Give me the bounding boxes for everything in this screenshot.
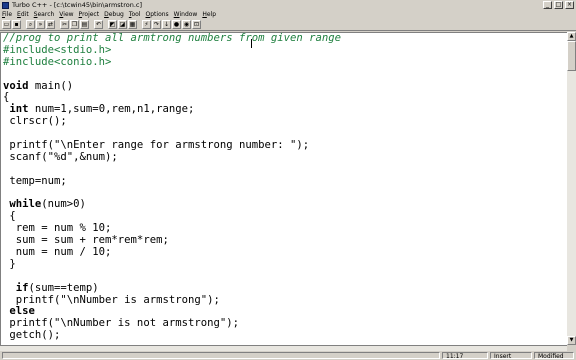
cut-button[interactable]: ✂ bbox=[60, 20, 69, 29]
minimize-button[interactable]: _ bbox=[543, 1, 552, 9]
save-button[interactable]: ▪ bbox=[12, 20, 21, 29]
make-button[interactable]: ◪ bbox=[118, 20, 127, 29]
code-line[interactable]: int num=1,sum=0,rem,n1,range; bbox=[3, 103, 567, 116]
undo-icon: ↶ bbox=[95, 20, 102, 28]
cut-icon: ✂ bbox=[61, 20, 68, 28]
scroll-thumb[interactable] bbox=[567, 41, 576, 71]
status-message-area bbox=[2, 352, 440, 359]
menu-window[interactable]: Window bbox=[174, 10, 198, 19]
scroll-down-arrow-icon[interactable]: ▼ bbox=[567, 336, 576, 345]
code-line[interactable]: scanf("%d",&num); bbox=[3, 151, 567, 164]
step-icon: ↷ bbox=[153, 20, 160, 28]
insert-mode: Insert bbox=[490, 352, 532, 360]
replace-button[interactable]: ⇄ bbox=[46, 20, 55, 29]
run-button[interactable]: ⚡ bbox=[142, 20, 151, 29]
code-line[interactable]: printf("\nNumber is armstrong"); bbox=[3, 294, 567, 307]
code-line[interactable] bbox=[3, 164, 567, 176]
inspect-button[interactable]: ⊡ bbox=[192, 20, 201, 29]
make-icon: ◪ bbox=[119, 20, 126, 28]
text-cursor bbox=[251, 39, 252, 48]
compile-button[interactable]: ◩ bbox=[108, 20, 117, 29]
turbo-cpp-app-icon[interactable] bbox=[2, 1, 9, 9]
run-icon: ⚡ bbox=[144, 20, 149, 28]
window-title: Turbo C++ - [c:\tcwin45\bin\armstron.c] bbox=[12, 1, 143, 9]
paste-button[interactable]: ▤ bbox=[80, 20, 89, 29]
menu-debug[interactable]: Debug bbox=[104, 10, 124, 19]
watch-icon: ◉ bbox=[183, 20, 190, 28]
code-line[interactable]: #include<stdio.h> bbox=[3, 44, 567, 57]
code-line[interactable] bbox=[3, 188, 567, 200]
scroll-up-arrow-icon[interactable]: ▲ bbox=[567, 32, 576, 41]
compile-icon: ◩ bbox=[109, 20, 116, 28]
code-line[interactable] bbox=[3, 69, 567, 81]
step-button[interactable]: ↷ bbox=[152, 20, 161, 29]
code-editor[interactable]: //prog to print all armtrong numbers fro… bbox=[0, 32, 567, 345]
trace-button[interactable]: ↓ bbox=[162, 20, 171, 29]
breakpoint-icon: ● bbox=[173, 20, 180, 28]
menu-edit[interactable]: Edit bbox=[17, 10, 29, 19]
status-bar: 11:17 Insert Modified bbox=[0, 351, 576, 360]
menu-help[interactable]: Help bbox=[202, 10, 216, 19]
replace-icon: ⇄ bbox=[47, 20, 54, 28]
code-line[interactable]: getch(); bbox=[3, 329, 567, 342]
inspect-icon: ⊡ bbox=[193, 20, 200, 28]
code-line[interactable]: temp=num; bbox=[3, 175, 567, 188]
trace-icon: ↓ bbox=[163, 20, 170, 28]
menu-project[interactable]: Project bbox=[79, 10, 100, 19]
build-button[interactable]: ▦ bbox=[128, 20, 137, 29]
search-button[interactable]: ⌕ bbox=[26, 20, 35, 29]
breakpoint-button[interactable]: ● bbox=[172, 20, 181, 29]
menu-tool[interactable]: Tool bbox=[129, 10, 141, 19]
code-line[interactable]: num = num / 10; bbox=[3, 246, 567, 259]
title-bar: Turbo C++ - [c:\tcwin45\bin\armstron.c] … bbox=[0, 0, 576, 10]
menu-file[interactable]: File bbox=[2, 10, 12, 19]
search-next-icon: » bbox=[38, 20, 43, 28]
code-line[interactable]: #include<conio.h> bbox=[3, 56, 567, 69]
watch-button[interactable]: ◉ bbox=[182, 20, 191, 29]
code-line[interactable] bbox=[3, 271, 567, 283]
paste-icon: ▤ bbox=[81, 20, 88, 28]
code-line[interactable]: if(sum==temp) bbox=[3, 282, 567, 295]
search-next-button[interactable]: » bbox=[36, 20, 45, 29]
open-button[interactable]: ▭ bbox=[2, 20, 11, 29]
maximize-button[interactable]: □ bbox=[554, 1, 563, 9]
code-line[interactable]: } bbox=[3, 258, 567, 271]
code-line[interactable]: void main() bbox=[3, 80, 567, 93]
toolbar: ▭ ▪ ⌕ » ⇄ ✂ ❐ ▤ ↶ ◩ ◪ ▦ ⚡ ↷ ↓ ● ◉ ⊡ bbox=[0, 19, 576, 31]
build-icon: ▦ bbox=[129, 20, 136, 28]
menu-options[interactable]: Options bbox=[146, 10, 169, 19]
menu-search[interactable]: Search bbox=[34, 10, 55, 19]
menu-bar: File Edit Search View Project Debug Tool… bbox=[0, 10, 576, 19]
search-icon: ⌕ bbox=[28, 20, 33, 28]
menu-view[interactable]: View bbox=[59, 10, 73, 19]
undo-button[interactable]: ↶ bbox=[94, 20, 103, 29]
code-line[interactable]: clrscr(); bbox=[3, 115, 567, 128]
save-icon: ▪ bbox=[14, 20, 19, 28]
cursor-position: 11:17 bbox=[442, 352, 488, 360]
vertical-scrollbar[interactable]: ▲ ▼ bbox=[567, 32, 576, 345]
modified-indicator: Modified bbox=[534, 352, 574, 360]
code-line[interactable]: printf("\nNumber is not armstrong"); bbox=[3, 317, 567, 330]
open-icon: ▭ bbox=[3, 20, 10, 28]
close-button[interactable]: × bbox=[565, 1, 574, 9]
copy-icon: ❐ bbox=[71, 20, 78, 28]
code-line[interactable]: while(num>0) bbox=[3, 199, 567, 211]
copy-button[interactable]: ❐ bbox=[70, 20, 79, 29]
source-code[interactable]: //prog to print all armtrong numbers fro… bbox=[1, 33, 567, 342]
